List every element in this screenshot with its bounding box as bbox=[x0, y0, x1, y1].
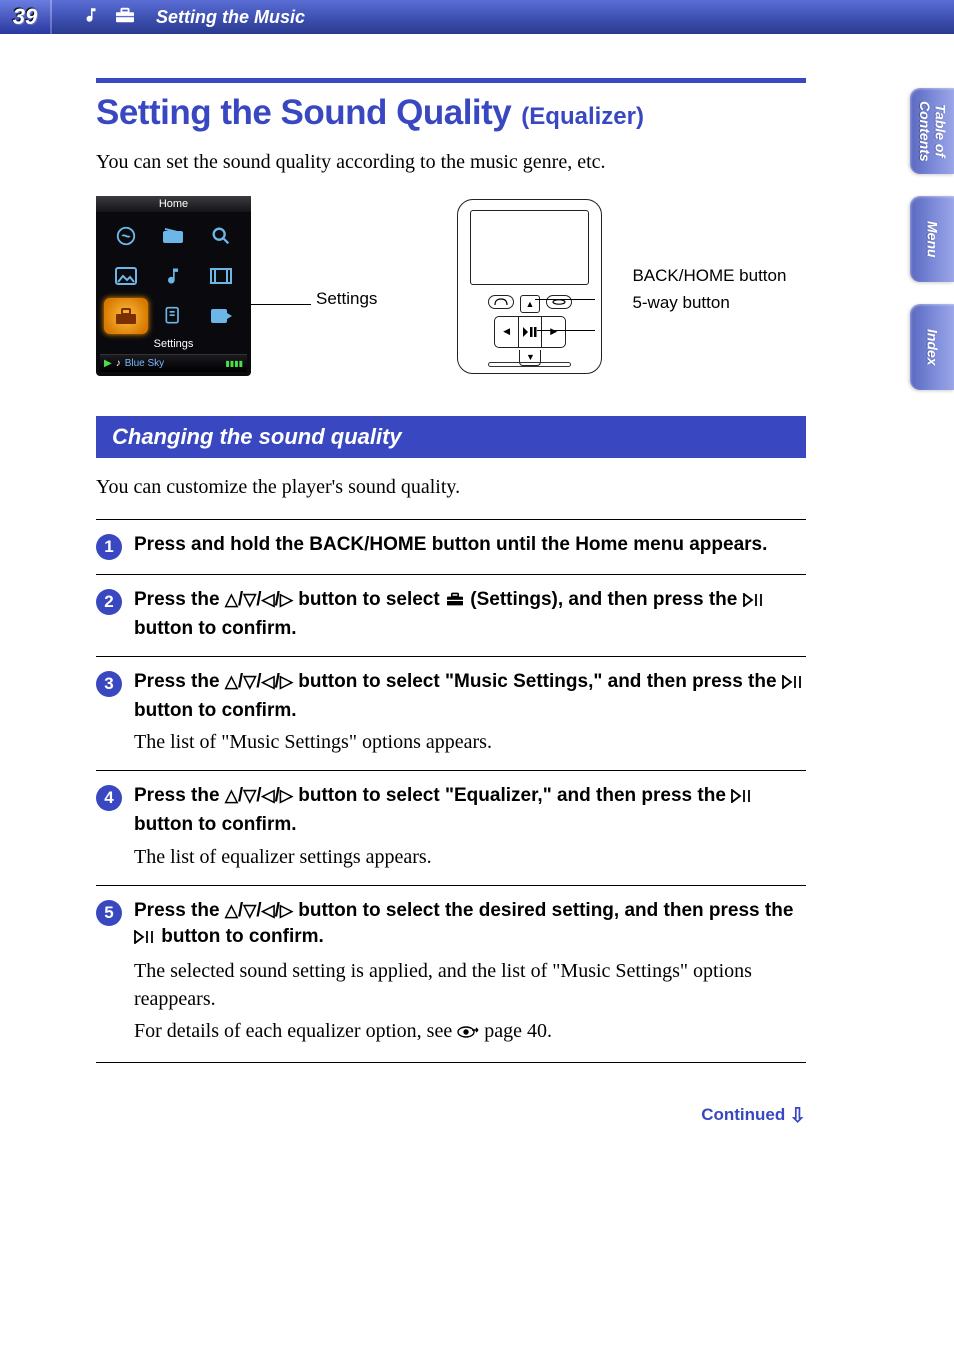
right-triangle-icon: ▷ bbox=[280, 672, 293, 691]
side-tab-menu[interactable]: Menu bbox=[910, 196, 954, 282]
figure-row: Home Settings ▶ ♪ Blue Sky bbox=[96, 196, 806, 376]
side-tab-label: Menu bbox=[924, 221, 939, 258]
left-triangle-icon: ◁ bbox=[262, 786, 275, 805]
step-4: 4 Press the △/▽/◁/▷ button to select "Eq… bbox=[96, 771, 806, 885]
device-diagram: ▲ ◀ ▶ ▼ bbox=[457, 199, 602, 374]
callout-line bbox=[251, 304, 311, 305]
right-triangle-icon: ▷ bbox=[280, 786, 293, 805]
main-content: Setting the Sound Quality (Equalizer) Yo… bbox=[96, 78, 806, 1128]
up-triangle-icon: △ bbox=[225, 901, 238, 920]
down-button-icon: ▼ bbox=[519, 350, 541, 366]
selected-label: Settings bbox=[96, 338, 251, 350]
step-instruction: Press and hold the BACK/HOME button unti… bbox=[134, 532, 806, 559]
grid-settings-icon bbox=[104, 298, 148, 334]
continued-indicator: Continued⇩ bbox=[96, 1103, 806, 1128]
device-inner-screen bbox=[470, 210, 589, 285]
up-triangle-icon: △ bbox=[225, 590, 238, 609]
callout-line bbox=[535, 299, 595, 300]
down-triangle-icon: ▽ bbox=[243, 672, 256, 691]
grid-search-icon bbox=[199, 218, 243, 254]
grid-playlist-icon bbox=[152, 298, 196, 334]
up-button-icon: ▲ bbox=[520, 295, 540, 313]
right-triangle-icon: ▷ bbox=[280, 590, 293, 609]
step-1: 1 Press and hold the BACK/HOME button un… bbox=[96, 520, 806, 575]
now-playing-title: Blue Sky bbox=[125, 358, 164, 369]
header-icons bbox=[82, 6, 136, 29]
toolbox-icon bbox=[114, 6, 136, 29]
step-number: 5 bbox=[96, 900, 122, 926]
up-triangle-icon: △ bbox=[225, 786, 238, 805]
top-controls: ▲ bbox=[458, 295, 601, 313]
callout-back-home: BACK/HOME button bbox=[632, 267, 786, 286]
left-triangle-icon: ◁ bbox=[262, 590, 275, 609]
up-triangle-icon: △ bbox=[225, 672, 238, 691]
section-heading: Changing the sound quality bbox=[96, 416, 806, 458]
grid-shuffle-icon bbox=[104, 218, 148, 254]
page-number: 39 bbox=[13, 4, 37, 30]
step-instruction: Press the △/▽/◁/▷ button to select (Sett… bbox=[134, 587, 806, 642]
step-number: 2 bbox=[96, 589, 122, 615]
section-intro: You can customize the player's sound qua… bbox=[96, 476, 806, 499]
right-triangle-icon: ▷ bbox=[280, 901, 293, 920]
callout-five-way: 5-way button bbox=[632, 293, 786, 313]
title-main: Setting the Sound Quality bbox=[96, 93, 511, 132]
left-triangle-icon: ◁ bbox=[262, 672, 275, 691]
device-screenshot: Home Settings ▶ ♪ Blue Sky bbox=[96, 196, 251, 376]
down-triangle-icon: ▽ bbox=[243, 901, 256, 920]
side-tab-label: Table of Contents bbox=[917, 101, 948, 162]
callout-line bbox=[537, 330, 595, 331]
play-pause-icon bbox=[782, 671, 804, 698]
page-header: 39 Setting the Music bbox=[0, 0, 954, 34]
page-number-box: 39 bbox=[0, 0, 52, 34]
left-triangle-icon: ◁ bbox=[262, 901, 275, 920]
five-way-button-icon: ◀ ▶ bbox=[494, 316, 566, 348]
play-pause-icon bbox=[743, 589, 765, 616]
steps-list: 1 Press and hold the BACK/HOME button un… bbox=[96, 519, 806, 1063]
step-result-2: For details of each equalizer option, se… bbox=[134, 1017, 806, 1048]
down-triangle-icon: ▽ bbox=[243, 786, 256, 805]
side-tab-contents[interactable]: Table of Contents bbox=[910, 88, 954, 174]
grid-nowplaying-icon bbox=[199, 298, 243, 334]
step-instruction: Press the △/▽/◁/▷ button to select "Musi… bbox=[134, 669, 806, 724]
step-3: 3 Press the △/▽/◁/▷ button to select "Mu… bbox=[96, 657, 806, 771]
grid-music-icon bbox=[152, 258, 196, 294]
step-number: 3 bbox=[96, 671, 122, 697]
down-triangle-icon: ▽ bbox=[243, 590, 256, 609]
toolbox-icon bbox=[445, 589, 465, 616]
back-home-button-icon bbox=[488, 295, 514, 309]
grid-photo-icon bbox=[104, 258, 148, 294]
side-tabs: Table of Contents Menu Index bbox=[910, 88, 954, 390]
step-result: The selected sound setting is applied, a… bbox=[134, 957, 806, 1013]
grid-video-icon bbox=[199, 258, 243, 294]
side-tab-index[interactable]: Index bbox=[910, 304, 954, 390]
callout-settings: Settings bbox=[316, 289, 377, 309]
breadcrumb: Setting the Music bbox=[156, 7, 305, 28]
music-note-icon bbox=[82, 6, 100, 29]
side-tab-label: Index bbox=[924, 329, 939, 366]
page-ref-icon bbox=[457, 1020, 479, 1048]
title-sub: (Equalizer) bbox=[521, 103, 644, 130]
down-arrow-icon: ⇩ bbox=[789, 1103, 806, 1128]
step-instruction: Press the △/▽/◁/▷ button to select the d… bbox=[134, 898, 806, 953]
screen-title: Home bbox=[96, 196, 251, 212]
step-2: 2 Press the △/▽/◁/▷ button to select (Se… bbox=[96, 575, 806, 657]
step-result: The list of "Music Settings" options app… bbox=[134, 728, 806, 756]
step-number: 4 bbox=[96, 785, 122, 811]
now-playing-bar: ▶ ♪ Blue Sky ▮▮▮▮ bbox=[100, 354, 247, 372]
step-result: The list of equalizer settings appears. bbox=[134, 843, 806, 871]
play-pause-icon bbox=[731, 785, 753, 812]
step-5: 5 Press the △/▽/◁/▷ button to select the… bbox=[96, 886, 806, 1063]
step-number: 1 bbox=[96, 534, 122, 560]
page-title: Setting the Sound Quality (Equalizer) bbox=[96, 78, 806, 133]
step-instruction: Press the △/▽/◁/▷ button to select "Equa… bbox=[134, 783, 806, 838]
option-button-icon bbox=[546, 295, 572, 309]
grid-radio-icon bbox=[152, 218, 196, 254]
intro-text: You can set the sound quality according … bbox=[96, 151, 806, 174]
home-icon-grid bbox=[96, 212, 251, 336]
play-pause-icon bbox=[134, 926, 156, 953]
